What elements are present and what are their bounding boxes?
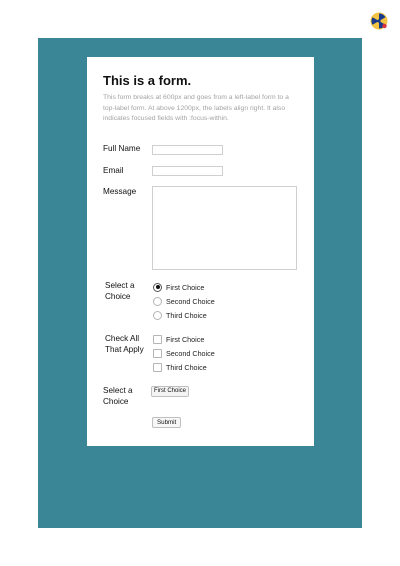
email-label: Email <box>103 166 124 175</box>
form-description: This form breaks at 600px and goes from … <box>103 94 289 122</box>
radio-option-second[interactable]: Second Choice <box>153 296 215 306</box>
radio-option-third[interactable]: Third Choice <box>153 310 207 320</box>
checkbox-option-label: First Choice <box>166 334 205 344</box>
radio-option-label: First Choice <box>166 282 205 292</box>
radiation-logo-icon <box>370 12 388 30</box>
radio-button[interactable] <box>153 310 162 320</box>
checkbox-option-third[interactable]: Third Choice <box>153 362 207 372</box>
checkbox[interactable] <box>153 348 162 358</box>
form-title: This is a form. <box>103 73 192 88</box>
message-label: Message <box>103 187 137 196</box>
select-label: Select a Choice <box>103 386 133 406</box>
message-textarea[interactable] <box>152 186 297 270</box>
radio-option-label: Third Choice <box>166 310 207 320</box>
full-name-input[interactable] <box>152 145 223 155</box>
checkbox[interactable] <box>153 362 162 372</box>
full-name-label: Full Name <box>103 144 141 153</box>
email-input[interactable] <box>152 166 223 176</box>
choice-select[interactable]: First Choice <box>151 386 190 397</box>
radio-button-checked[interactable] <box>153 282 162 292</box>
form-card: This is a form. This form breaks at 600p… <box>87 57 314 446</box>
radio-option-first[interactable]: First Choice <box>153 282 204 292</box>
checkbox-option-first[interactable]: First Choice <box>153 334 204 344</box>
checkbox-option-label: Second Choice <box>166 348 215 358</box>
radio-group-label: Select a Choice <box>105 281 135 301</box>
checkbox-group-label: Check All That Apply <box>105 334 144 354</box>
radio-option-label: Second Choice <box>166 296 215 306</box>
checkbox[interactable] <box>153 334 162 344</box>
submit-button[interactable]: Submit <box>152 417 182 428</box>
checkbox-option-label: Third Choice <box>166 362 207 372</box>
checkbox-option-second[interactable]: Second Choice <box>153 348 215 358</box>
radio-button[interactable] <box>153 296 162 306</box>
